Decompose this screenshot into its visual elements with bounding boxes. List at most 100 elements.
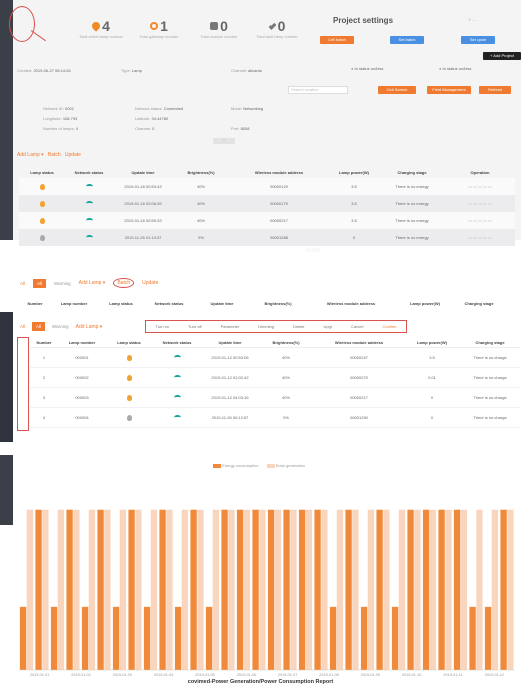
tab-all-active[interactable]: All (33, 278, 47, 288)
table-row[interactable]: 3 000003 2019-01-12 04:03:16 40% 0000021… (30, 388, 520, 408)
field-management-button[interactable]: Field Management (427, 86, 471, 94)
row-actions[interactable]: ▭ ▭ ▭ ▭ ▭ (445, 235, 515, 240)
filter-lamp[interactable]: Type: Lamp (121, 68, 142, 73)
table-row[interactable]: 1 000001 2019-01-12 00:53:06 40% 0000024… (30, 348, 520, 368)
checkbox-column-box (17, 337, 29, 431)
filter-date[interactable]: Created: 2019-06-27 08:14:26 (17, 68, 71, 73)
row-actions[interactable]: ▭ ▭ ▭ ▭ ▭ (445, 184, 515, 189)
cell-address: 00000129 (270, 184, 288, 189)
consumption-bar (329, 606, 337, 670)
cell-stage: There is no charge (473, 395, 507, 400)
consumption-bar (267, 509, 275, 670)
th-module-address: Wireless module address (326, 301, 376, 306)
generation-bar (259, 509, 266, 670)
consumption-bar (314, 509, 321, 670)
cell-time: 2019-01-12 02:02:42 (211, 375, 249, 380)
status-off-toggle[interactable]: ● In status on/less (439, 66, 471, 71)
overlay-label: Scroll (305, 248, 321, 254)
cell-address: 00000217 (270, 218, 288, 223)
consumption-bar (97, 509, 104, 670)
turn-on-button[interactable]: Turn on (155, 324, 169, 329)
generation-bar (26, 509, 34, 670)
cell-search-button[interactable]: Cell Search (378, 86, 416, 94)
cancel-button[interactable]: Cancel (351, 324, 363, 329)
table-row[interactable]: 4 000004 2019-11-26 00:12:57 0% 00001290… (30, 408, 520, 428)
set-cycle-button[interactable]: Set cycle (461, 36, 495, 44)
table-header: Number Lamp number Lamp status Network s… (20, 299, 520, 309)
dimming-button[interactable]: Dimming (258, 324, 274, 329)
stat-modules: 0 Total module number (191, 18, 247, 39)
detail-longitude: Longitude: 108.793 (43, 116, 78, 121)
batch-link[interactable]: Batch (48, 152, 61, 158)
consumption-bar (484, 606, 492, 670)
table-row[interactable]: 2019-01-16 00:59:33 40% 00000217 3.5 The… (19, 212, 515, 229)
refresh-button[interactable]: Refresh (479, 86, 511, 94)
x-tick-label: 2019-01-02 (71, 673, 90, 677)
search-input[interactable]: Search location (288, 86, 348, 94)
cell-time: 2019-01-16 00:53:43 (124, 184, 162, 189)
th-lamp-number: Lamp number (60, 301, 88, 306)
update-link[interactable]: Update (65, 152, 81, 158)
cell-brightness: 0% (283, 415, 289, 420)
table-row[interactable]: 2 000002 2019-01-12 02:02:42 40% 0000027… (30, 368, 520, 388)
status-on-toggle[interactable]: ● In status on/less (351, 66, 383, 71)
cell-batch-button[interactable]: Cell batch (320, 36, 354, 44)
tab-warning[interactable]: Warning (54, 281, 71, 286)
middle-update[interactable]: Update (142, 280, 158, 286)
detail-network-status: Network status: Connected (135, 106, 184, 111)
parameter-button[interactable]: Parameter (221, 324, 240, 329)
middle-add-lamp[interactable]: Add Lamp ▾ (79, 280, 106, 286)
tab-warning[interactable]: Warning (52, 324, 69, 329)
turn-off-button[interactable]: Turn off (188, 324, 202, 329)
table-row[interactable]: 2019-01-16 00:53:43 40% 00000129 3.5 The… (19, 178, 515, 195)
wifi-icon (152, 415, 202, 420)
row-actions[interactable]: ▭ ▭ ▭ ▭ ▭ (445, 218, 515, 223)
wifi-icon (152, 375, 202, 380)
consumption-bar (252, 509, 259, 670)
th-lamp-number: Lamp number (68, 340, 96, 345)
delete-button[interactable]: Delete (293, 324, 305, 329)
cell-address: 00001288 (270, 235, 288, 240)
confirm-button[interactable]: Confirm (383, 324, 397, 329)
x-tick-label: 2019-01-10 (402, 673, 421, 677)
set-batch-button[interactable]: Set batch (390, 36, 424, 44)
add-lamp-link[interactable]: Add Lamp (17, 152, 40, 158)
module-icon (210, 22, 219, 30)
generation-bar (290, 509, 297, 670)
tab-all-label[interactable]: All (20, 281, 25, 286)
table-row[interactable]: 2019-11-26 01:13:37 0% 00001288 0 There … (19, 229, 515, 246)
th-network-status: Network status (162, 340, 192, 345)
th-brightness: Brightness(%) (272, 340, 300, 345)
lamp-status-icon (106, 374, 152, 381)
th-update-time: Update time (218, 340, 242, 345)
power-report-chart: 2019-01-01 2019-01-02 2019-01-03 2019-01-04… (19, 509, 515, 677)
consumption-bar (422, 509, 430, 670)
consumption-bar (174, 606, 182, 670)
stat-gateways-label: Total gateway number (139, 34, 179, 39)
close-icon[interactable]: ✕ — (468, 17, 476, 22)
detail-channel: Channel: 0 (135, 126, 155, 131)
detail-network-id: Network ID: 0001 (43, 106, 74, 111)
consumption-bar (190, 509, 197, 670)
middle-batch[interactable]: Batch (113, 278, 135, 288)
generation-bar (305, 509, 313, 670)
cell-time: 2019-01-12 04:03:16 (211, 395, 249, 400)
collapse-toggle[interactable]: ⌃ (213, 138, 235, 144)
tab-all-label[interactable]: All (20, 324, 25, 329)
cell-lamp-number: 000002 (75, 375, 89, 380)
table-row[interactable]: 2019-01-16 02:06:39 40% 00000179 3.5 The… (19, 195, 515, 212)
consumption-bar (159, 509, 166, 670)
generation-bar (57, 509, 65, 670)
consumption-bar (438, 509, 445, 670)
tab-all-active[interactable]: All (32, 322, 46, 331)
consumption-bar (407, 509, 414, 670)
generation-bar (42, 509, 49, 670)
lower-add-lamp[interactable]: Add Lamp ▾ (76, 324, 103, 330)
add-project-button[interactable]: + Add Project (483, 52, 521, 60)
filter-cards[interactable]: Channel: allcards (231, 68, 262, 73)
upgrade-button[interactable]: Upgr (323, 324, 332, 329)
detail-lamp-count: Number of lamps: 4 (43, 126, 78, 131)
row-actions[interactable]: ▭ ▭ ▭ ▭ ▭ (445, 201, 515, 206)
cell-brightness: 40% (281, 395, 290, 400)
th-charging-stage: Charging stage (475, 340, 505, 345)
